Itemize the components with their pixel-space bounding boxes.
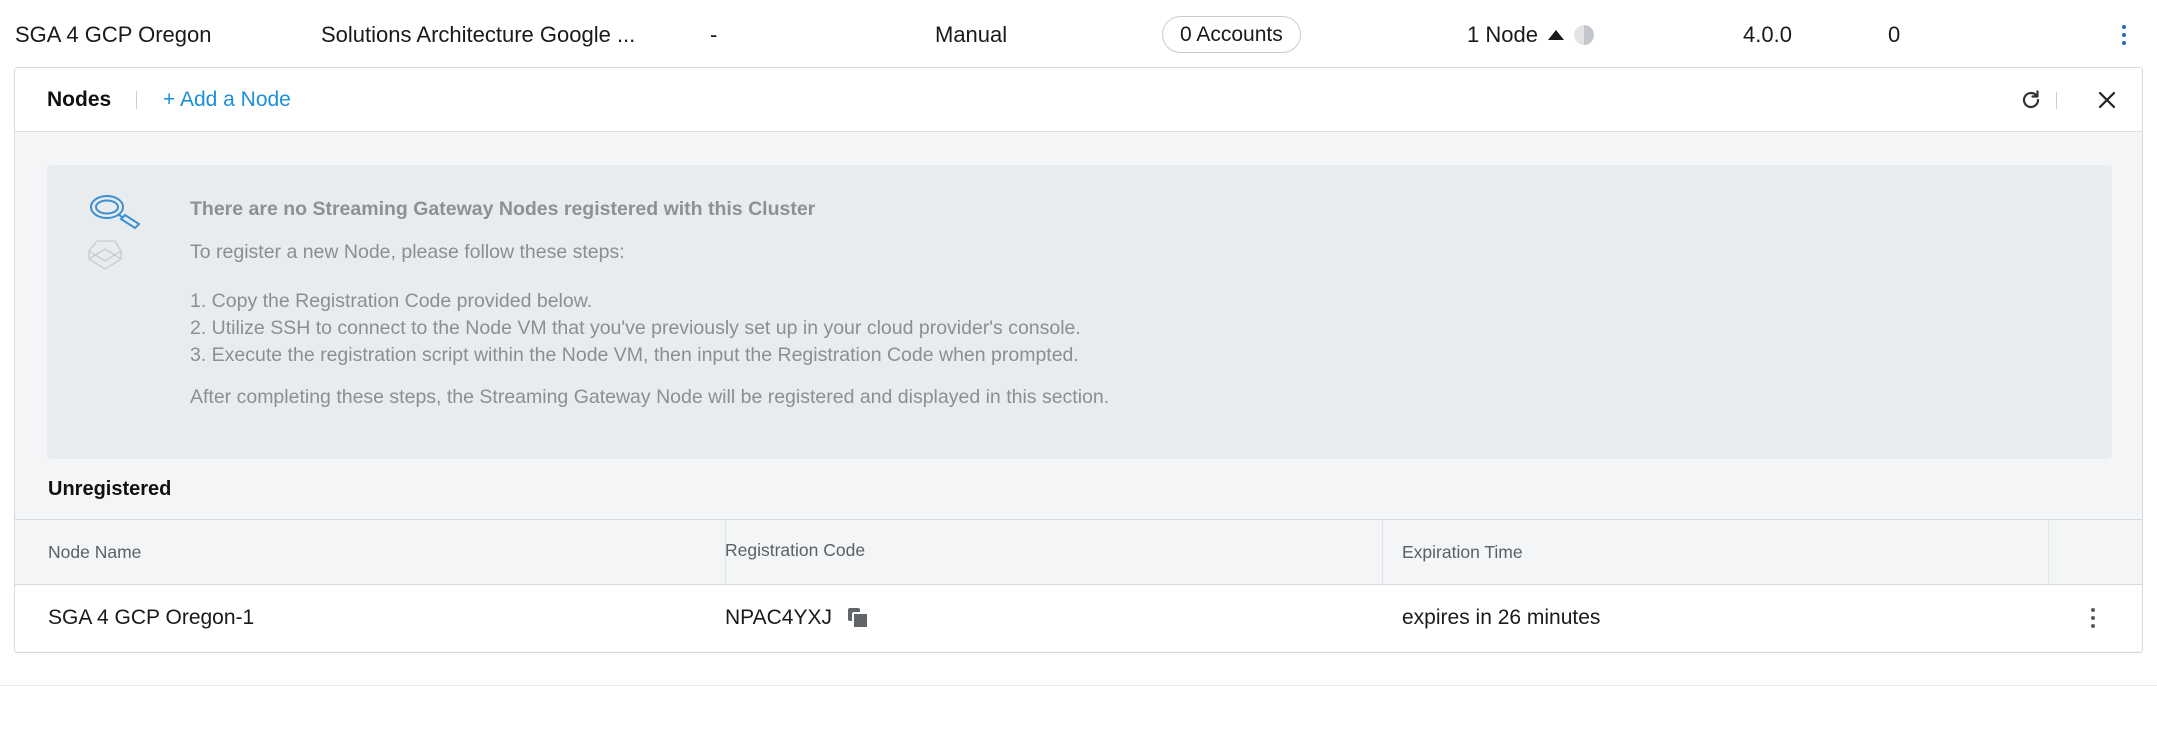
cell-registration-code: NPAC4YXJ	[725, 585, 869, 651]
cluster-mode: Manual	[935, 22, 1008, 47]
accounts-badge[interactable]: 0 Accounts	[1162, 16, 1301, 53]
cell-node-name: SGA 4 GCP Oregon-1	[48, 606, 255, 629]
cluster-version: 4.0.0	[1743, 22, 1792, 47]
tab-nodes[interactable]: Nodes	[47, 68, 111, 132]
table-header: Node Name Registration Code Expiration T…	[15, 519, 2142, 585]
column-header-node-name[interactable]: Node Name	[48, 520, 141, 584]
table-row: SGA 4 GCP Oregon-1 NPAC4YXJ expires in 2…	[15, 585, 2142, 651]
cluster-description: Solutions Architecture Google ...	[321, 22, 636, 47]
cluster-field-empty: -	[710, 22, 718, 47]
registration-code: NPAC4YXJ	[725, 606, 832, 629]
cluster-more-button[interactable]	[2112, 0, 2136, 70]
column-header-registration-code[interactable]: Registration Code	[725, 518, 865, 582]
steps-list: 1. Copy the Registration Code provided b…	[190, 288, 1081, 369]
cluster-count: 0	[1888, 22, 1901, 47]
chevron-up-icon	[1547, 30, 1564, 40]
nodes-toggle[interactable]: 1 Node	[1467, 0, 1594, 70]
more-vertical-icon	[2122, 25, 2126, 45]
cell-expiration: expires in 26 minutes	[1402, 606, 1601, 629]
cluster-name: SGA 4 GCP Oregon	[15, 22, 212, 47]
column-divider	[2048, 520, 2049, 584]
status-pie-icon	[1573, 25, 1594, 45]
close-button[interactable]	[2095, 88, 2119, 112]
nodes-panel: Nodes + Add a Node There are no Streamin…	[14, 67, 2143, 653]
empty-state-footer: After completing these steps, the Stream…	[190, 386, 1110, 408]
unregistered-table: Node Name Registration Code Expiration T…	[15, 519, 2142, 651]
more-vertical-icon	[2091, 608, 2095, 628]
close-icon	[2098, 91, 2116, 109]
empty-state-heading: There are no Streaming Gateway Nodes reg…	[190, 198, 816, 220]
divider	[0, 685, 2157, 686]
step-item: 2. Utilize SSH to connect to the Node VM…	[190, 317, 1081, 339]
empty-state: There are no Streaming Gateway Nodes reg…	[47, 165, 2112, 459]
column-header-expiration-time[interactable]: Expiration Time	[1402, 520, 1523, 584]
unregistered-title: Unregistered	[48, 478, 172, 500]
row-more-button[interactable]	[2081, 585, 2105, 651]
divider	[2056, 92, 2057, 109]
magnifier-illustration	[87, 195, 141, 270]
panel-header: Nodes + Add a Node	[15, 68, 2142, 132]
step-item: 1. Copy the Registration Code provided b…	[190, 290, 593, 312]
cluster-row[interactable]: SGA 4 GCP Oregon Solutions Architecture …	[0, 0, 2157, 70]
empty-state-lead: To register a new Node, please follow th…	[190, 241, 625, 263]
step-item: 3. Execute the registration script withi…	[190, 344, 1079, 366]
copy-icon[interactable]	[847, 608, 869, 629]
add-node-link[interactable]: + Add a Node	[163, 68, 291, 132]
refresh-icon	[2022, 90, 2040, 109]
column-divider	[1382, 520, 1383, 584]
divider	[136, 91, 137, 109]
nodes-count: 1 Node	[1467, 22, 1538, 47]
refresh-button[interactable]	[2019, 88, 2043, 112]
